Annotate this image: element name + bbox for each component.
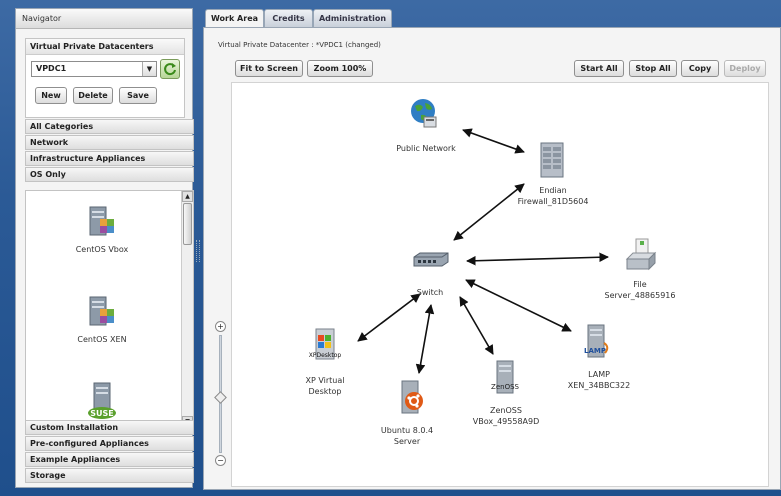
node-label-line: Endian — [539, 186, 567, 195]
save-button[interactable]: Save — [119, 87, 157, 104]
os-list-scrollbar[interactable]: ▲ ▼ — [181, 191, 193, 427]
firewall-server-icon[interactable] — [539, 141, 567, 181]
node-label-line: Server — [393, 437, 421, 446]
vpdc-select-value: VPDC1 — [36, 64, 67, 73]
appliance-label: CentOS XEN — [77, 335, 127, 344]
node-label-line: VBox_49558A9D — [472, 417, 540, 426]
category-network[interactable]: Network — [25, 135, 194, 150]
appliance-centos-vbox[interactable]: CentOS Vbox — [26, 205, 178, 254]
appliance-suse[interactable]: SUSE — [26, 381, 178, 421]
node-label-firewall: Endian Firewall_81D5604 — [515, 185, 591, 207]
link-switch-ubuntu[interactable] — [415, 304, 435, 374]
category-custom-installation[interactable]: Custom Installation — [25, 420, 194, 435]
file-server-icon[interactable] — [624, 237, 658, 273]
suse-appliance-icon: SUSE — [88, 382, 116, 419]
fit-to-screen-button[interactable]: Fit to Screen — [235, 60, 303, 77]
lamp-icon-text: LAMP — [584, 347, 606, 355]
vpdc-section-title: Virtual Private Datacenters — [26, 39, 184, 55]
windows-desktop-icon[interactable]: XPDesktop — [308, 327, 342, 367]
connection-layer — [357, 128, 609, 374]
zoom-100-button[interactable]: Zoom 100% — [307, 60, 373, 77]
category-os-only[interactable]: OS Only — [25, 167, 194, 182]
network-switch-icon[interactable] — [412, 250, 450, 270]
navigator-title: Navigator — [16, 9, 192, 29]
zenoss-icon-text: ZenOSS — [491, 383, 519, 391]
node-label-file-server: File Server_48865916 — [598, 279, 682, 301]
node-label-line: File — [633, 280, 647, 289]
node-label-public-network: Public Network — [396, 144, 456, 153]
copy-button[interactable]: Copy — [681, 60, 719, 77]
node-label-line: Firewall_81D5604 — [517, 197, 589, 206]
category-storage[interactable]: Storage — [25, 468, 194, 483]
node-label-line: LAMP — [588, 370, 610, 379]
node-label-ubuntu: Ubuntu 8.0.4 Server — [377, 425, 437, 447]
scroll-up-icon[interactable]: ▲ — [182, 191, 193, 202]
node-label-xp: XP Virtual Desktop — [294, 375, 356, 397]
node-label-line: Ubuntu 8.0.4 — [380, 426, 434, 435]
os-appliance-list: CentOS Vbox CentOS XEN SUSE ▲ ▼ — [25, 190, 194, 428]
link-public-firewall[interactable] — [462, 128, 525, 154]
delete-button[interactable]: Delete — [73, 87, 113, 104]
tab-credits[interactable]: Credits — [264, 9, 313, 27]
work-area-title: Virtual Private Datacenter : *VPDC1 (cha… — [218, 41, 381, 49]
category-all[interactable]: All Categories — [25, 119, 194, 134]
suse-logo-text: SUSE — [90, 409, 113, 418]
new-button[interactable]: New — [35, 87, 67, 104]
zenoss-server-icon[interactable]: ZenOSS — [488, 359, 522, 399]
category-preconfigured[interactable]: Pre-configured Appliances — [25, 436, 194, 451]
link-switch-xp[interactable] — [357, 293, 421, 342]
chevron-down-icon[interactable]: ▼ — [142, 62, 156, 76]
link-switch-zenoss[interactable] — [459, 296, 494, 355]
ubuntu-server-icon[interactable] — [396, 379, 426, 419]
stop-all-button[interactable]: Stop All — [629, 60, 677, 77]
xp-icon-text: XPDesktop — [309, 352, 342, 359]
globe-network-icon[interactable] — [409, 97, 441, 131]
scroll-thumb[interactable] — [183, 203, 192, 245]
server-appliance-icon — [89, 206, 114, 236]
refresh-button[interactable] — [160, 59, 180, 79]
topology-canvas[interactable]: Public Network Endian Firewall_81D5604 S… — [231, 82, 769, 487]
zoom-out-icon[interactable]: − — [215, 455, 226, 466]
node-label-line: Desktop — [308, 387, 342, 396]
start-all-button[interactable]: Start All — [574, 60, 624, 77]
node-label-zenoss: ZenOSS VBox_49558A9D — [468, 405, 544, 427]
tab-work-area[interactable]: Work Area — [205, 9, 264, 28]
node-label-line: Server_48865916 — [604, 291, 676, 300]
link-switch-file[interactable] — [466, 252, 609, 266]
node-label-lamp: LAMP XEN_34BBC322 — [561, 369, 637, 391]
node-label-switch: Switch — [416, 288, 444, 297]
link-firewall-switch[interactable] — [453, 183, 525, 241]
appliance-centos-xen[interactable]: CentOS XEN — [26, 295, 178, 344]
appliance-label: CentOS Vbox — [75, 245, 129, 254]
navigator-panel: Navigator Virtual Private Datacenters VP… — [15, 8, 194, 488]
category-infrastructure[interactable]: Infrastructure Appliances — [25, 151, 194, 166]
panel-splitter[interactable] — [196, 240, 200, 262]
node-label-line: XEN_34BBC322 — [567, 381, 631, 390]
vpdc-section: Virtual Private Datacenters VPDC1 ▼ New … — [25, 38, 185, 118]
lamp-server-icon[interactable]: LAMP — [579, 323, 613, 363]
deploy-button: Deploy — [724, 60, 766, 77]
link-switch-lamp[interactable] — [465, 279, 572, 332]
refresh-icon — [164, 63, 176, 76]
vpdc-select[interactable]: VPDC1 ▼ — [31, 61, 157, 77]
node-label-line: XP Virtual — [305, 376, 345, 385]
server-appliance-icon — [89, 296, 114, 326]
category-example[interactable]: Example Appliances — [25, 452, 194, 467]
zoom-in-icon[interactable]: + — [215, 321, 226, 332]
node-label-line: ZenOSS — [490, 406, 522, 415]
tab-administration[interactable]: Administration — [313, 9, 392, 27]
work-area-panel: Virtual Private Datacenter : *VPDC1 (cha… — [203, 27, 781, 490]
